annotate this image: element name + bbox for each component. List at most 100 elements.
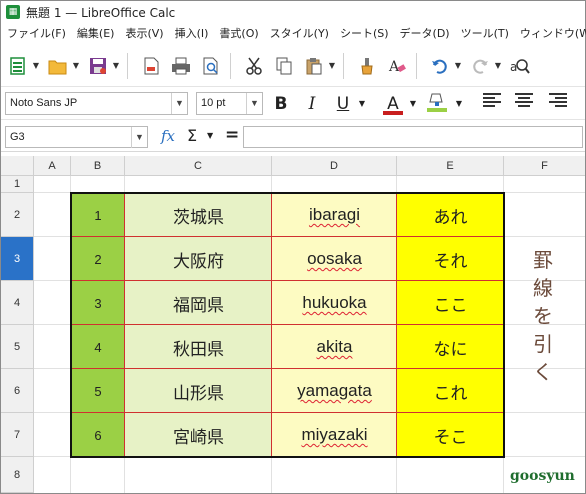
formatting-toolbar: Noto Sans JP ▼ 10 pt ▼ B I U ▼ A ▼ ▼ [1, 88, 585, 120]
export-pdf-icon[interactable] [138, 52, 164, 80]
open-icon[interactable] [45, 52, 71, 80]
row-header-2[interactable]: 2 [1, 193, 34, 237]
undo-dropdown-icon[interactable]: ▼ [453, 61, 463, 70]
row-header-5[interactable]: 5 [1, 325, 34, 369]
cell-c2[interactable]: 茨城県 [125, 193, 272, 237]
cell-d2[interactable]: ibaragi [272, 193, 397, 237]
cell-c7[interactable]: 宮崎県 [125, 413, 272, 457]
column-header-c[interactable]: C [125, 156, 272, 176]
cell-c3[interactable]: 大阪府 [125, 237, 272, 281]
cell-e5[interactable]: なに [397, 325, 504, 369]
cell-c5[interactable]: 秋田県 [125, 325, 272, 369]
title-bar: ▦ 無題 1 — LibreOffice Calc [1, 1, 585, 23]
row-header-7[interactable]: 7 [1, 413, 34, 457]
row-header-3[interactable]: 3 [1, 237, 34, 281]
column-header-b[interactable]: B [71, 156, 125, 176]
copy-icon[interactable] [271, 52, 297, 80]
paste-dropdown-icon[interactable]: ▼ [327, 61, 337, 70]
italic-button[interactable]: I [303, 91, 321, 117]
cell-c4[interactable]: 福岡県 [125, 281, 272, 325]
underline-dropdown-icon[interactable]: ▼ [357, 91, 367, 117]
sum-dropdown-icon[interactable]: ▼ [207, 131, 213, 140]
bold-button[interactable]: B [271, 91, 291, 117]
save-icon[interactable] [85, 52, 111, 80]
row-header-1[interactable]: 1 [1, 176, 34, 193]
underline-button[interactable]: U [333, 91, 353, 117]
clone-formatting-icon[interactable] [354, 52, 380, 80]
chevron-down-icon[interactable]: ▼ [171, 93, 187, 114]
column-header-a[interactable]: A [34, 156, 71, 176]
cell-b6[interactable]: 5 [71, 369, 125, 413]
print-preview-icon[interactable] [198, 52, 224, 80]
cell-b7[interactable]: 6 [71, 413, 125, 457]
cell-d3[interactable]: oosaka [272, 237, 397, 281]
cell-b3[interactable]: 2 [71, 237, 125, 281]
row-header-4[interactable]: 4 [1, 281, 34, 325]
align-center-icon[interactable] [511, 91, 537, 117]
cell-e4[interactable]: ここ [397, 281, 504, 325]
row-header-8[interactable]: 8 [1, 457, 34, 493]
spreadsheet-grid[interactable]: A B C D E F 1 2 3 4 5 6 7 8 1 茨城県 ibarag… [1, 156, 585, 493]
cell-b4[interactable]: 3 [71, 281, 125, 325]
annotation-char: 引 [533, 332, 553, 356]
cell-d6[interactable]: yamagata [272, 369, 397, 413]
font-size-value: 10 pt [201, 97, 226, 109]
cell-c6[interactable]: 山形県 [125, 369, 272, 413]
menu-view[interactable]: 表示(V) [119, 25, 168, 41]
column-header-d[interactable]: D [272, 156, 397, 176]
menu-sheet[interactable]: シート(S) [334, 25, 394, 41]
function-wizard-icon[interactable]: fx [161, 127, 175, 145]
redo-icon[interactable] [467, 52, 493, 80]
menu-tools[interactable]: ツール(T) [455, 25, 514, 41]
cell-reference: G3 [10, 131, 25, 143]
menu-styles[interactable]: スタイル(Y) [264, 25, 334, 41]
name-box[interactable]: G3 ▼ [5, 126, 148, 148]
formula-input[interactable] [243, 126, 583, 148]
cell-e3[interactable]: それ [397, 237, 504, 281]
annotation-char: 罫 [533, 248, 553, 272]
svg-text:a: a [510, 60, 517, 74]
cell-e2[interactable]: あれ [397, 193, 504, 237]
open-dropdown-icon[interactable]: ▼ [71, 61, 81, 70]
cut-icon[interactable] [241, 52, 267, 80]
redo-dropdown-icon[interactable]: ▼ [493, 61, 503, 70]
font-size-box[interactable]: 10 pt ▼ [196, 92, 263, 115]
select-all-corner[interactable] [1, 156, 34, 176]
row-header-6[interactable]: 6 [1, 369, 34, 413]
save-dropdown-icon[interactable]: ▼ [111, 61, 121, 70]
cell-e7[interactable]: そこ [397, 413, 504, 457]
font-color-button[interactable]: A [381, 91, 405, 117]
column-header-f[interactable]: F [504, 156, 585, 176]
cell-d3-text: oosaka [307, 249, 362, 268]
column-header-e[interactable]: E [397, 156, 504, 176]
new-icon[interactable] [5, 52, 31, 80]
menu-data[interactable]: データ(D) [394, 25, 455, 41]
menu-file[interactable]: ファイル(F) [1, 25, 71, 41]
menu-insert[interactable]: 挿入(I) [169, 25, 214, 41]
cell-d7[interactable]: miyazaki [272, 413, 397, 457]
clear-formatting-icon[interactable]: A [384, 52, 410, 80]
chevron-down-icon[interactable]: ▼ [246, 93, 262, 114]
cell-d5[interactable]: akita [272, 325, 397, 369]
sum-icon[interactable]: Σ [187, 126, 197, 145]
highlight-dropdown-icon[interactable]: ▼ [454, 91, 464, 117]
align-right-icon[interactable] [545, 91, 571, 117]
new-dropdown-icon[interactable]: ▼ [31, 61, 41, 70]
align-left-icon[interactable] [479, 91, 505, 117]
cell-b5[interactable]: 4 [71, 325, 125, 369]
find-replace-icon[interactable]: a [507, 52, 533, 80]
font-color-dropdown-icon[interactable]: ▼ [408, 91, 418, 117]
undo-icon[interactable] [427, 52, 453, 80]
highlight-button[interactable] [424, 91, 450, 117]
menu-edit[interactable]: 編集(E) [71, 25, 120, 41]
cell-b2[interactable]: 1 [71, 193, 125, 237]
cell-d4[interactable]: hukuoka [272, 281, 397, 325]
cell-e6[interactable]: これ [397, 369, 504, 413]
formula-icon[interactable]: = [225, 125, 239, 145]
print-icon[interactable] [168, 52, 194, 80]
paste-icon[interactable] [301, 52, 327, 80]
menu-format[interactable]: 書式(O) [213, 25, 263, 41]
font-name-box[interactable]: Noto Sans JP ▼ [5, 92, 188, 115]
chevron-down-icon[interactable]: ▼ [131, 127, 147, 148]
menu-window[interactable]: ウィンドウ(W) [514, 25, 586, 41]
